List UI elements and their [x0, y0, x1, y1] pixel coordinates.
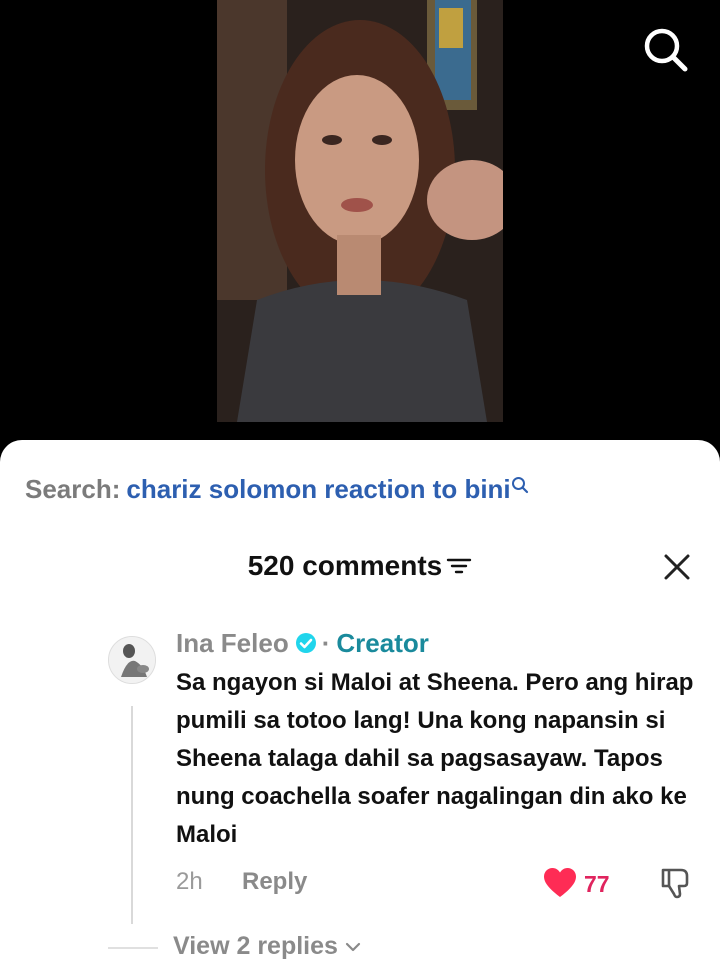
avatar-image — [109, 637, 155, 683]
author-name[interactable]: Ina Feleo — [176, 628, 289, 659]
view-replies-label: View 2 replies — [173, 932, 338, 960]
dislike-icon[interactable] — [657, 864, 693, 900]
replies-divider — [108, 947, 158, 949]
reply-button[interactable]: Reply — [242, 868, 307, 896]
search-suggestion[interactable]: Search: chariz solomon reaction to bini — [25, 474, 529, 505]
comment-text: Sa ngayon si Maloi at Sheena. Pero ang h… — [176, 669, 694, 848]
video-still — [217, 0, 503, 422]
heart-icon[interactable] — [542, 866, 578, 900]
video-frame[interactable] — [217, 0, 503, 422]
separator-dot: · — [321, 627, 331, 658]
search-icon[interactable] — [642, 26, 690, 74]
search-icon — [511, 477, 528, 494]
search-query-link[interactable]: chariz solomon reaction to bini — [126, 474, 510, 504]
comments-sheet: Search: chariz solomon reaction to bini 5… — [0, 440, 720, 979]
comment: Ina Feleo · Creator Sa ngayon si Maloi a… — [176, 626, 696, 854]
video-area[interactable] — [0, 0, 720, 450]
like-count: 77 — [584, 871, 610, 897]
search-prefix: Search: — [25, 474, 121, 504]
avatar[interactable] — [108, 636, 156, 684]
close-icon[interactable] — [662, 552, 692, 582]
creator-badge: Creator — [336, 627, 429, 658]
filter-icon[interactable] — [446, 556, 472, 576]
comment-actions: 2h Reply 77 — [176, 868, 696, 902]
comments-count: 520 comments — [247, 550, 443, 581]
comment-header: Ina Feleo · Creator — [176, 626, 696, 660]
view-replies-button[interactable]: View 2 replies — [173, 932, 362, 961]
comment-time: 2h — [176, 868, 203, 895]
chevron-down-icon — [345, 942, 361, 951]
comments-header: 520 comments — [0, 550, 720, 582]
verified-icon — [295, 633, 316, 653]
thread-line — [131, 706, 133, 924]
